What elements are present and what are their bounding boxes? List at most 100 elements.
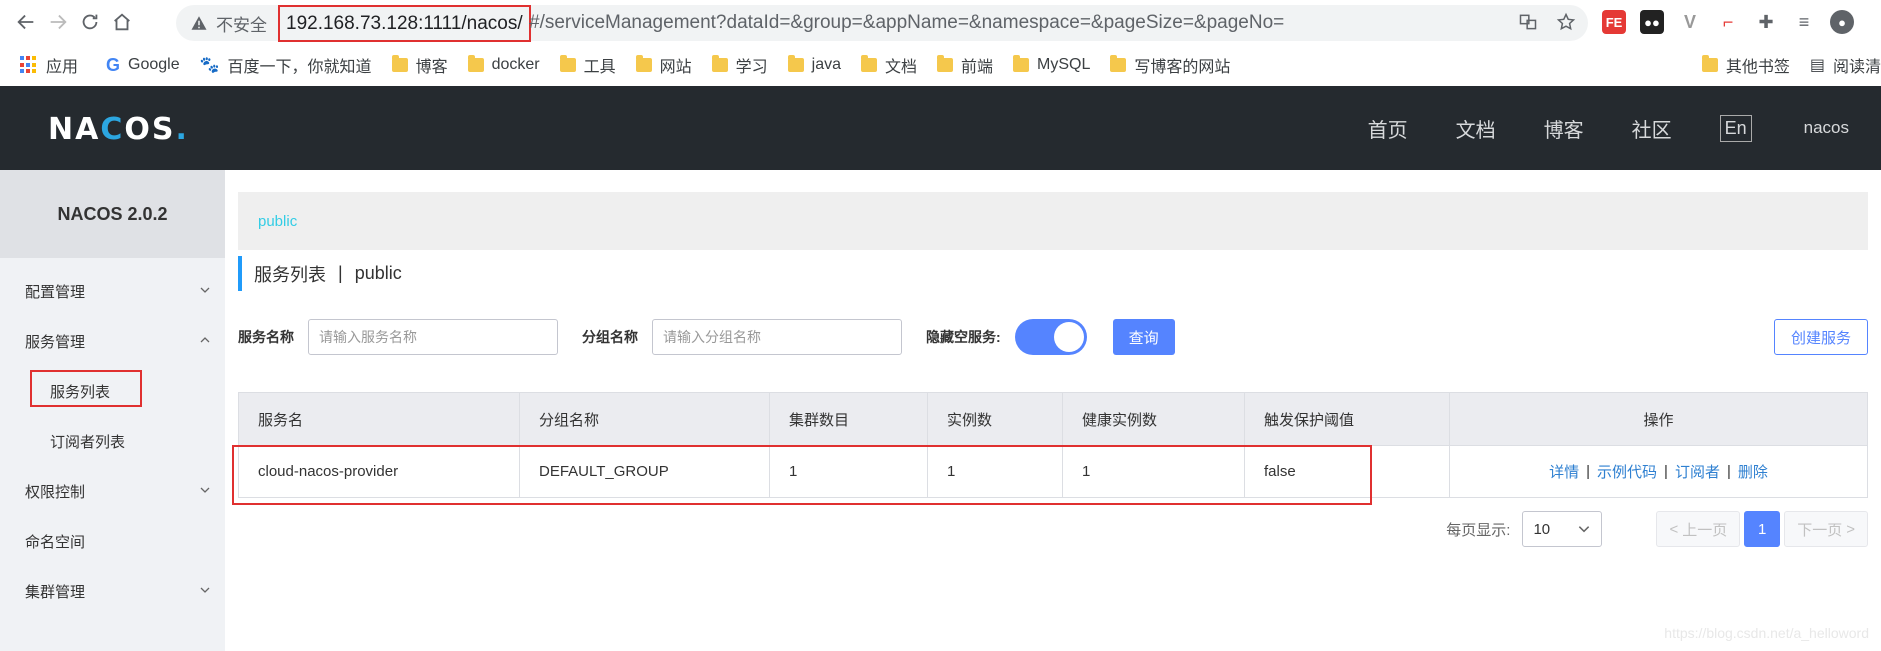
detail-link[interactable]: 详情 (1549, 461, 1579, 482)
bookmark-folder[interactable]: 前端 (937, 53, 993, 77)
folder-icon (861, 55, 878, 72)
folder-icon (787, 55, 804, 72)
vue-extension-icon[interactable]: V (1678, 10, 1702, 34)
cell-operations: 详情 | 示例代码 | 订阅者 | 删除 (1450, 446, 1867, 497)
delete-link[interactable]: 删除 (1738, 461, 1768, 482)
sidebar-item-subscriber-list[interactable]: 订阅者列表 (0, 416, 225, 466)
bookmark-apps[interactable]: 应用 (20, 53, 78, 77)
apps-grid-icon (20, 56, 38, 74)
chevron-down-icon (200, 587, 210, 593)
profile-avatar-icon[interactable]: ● (1830, 10, 1854, 34)
bookmark-label: Google (128, 56, 180, 73)
nav-blog[interactable]: 博客 (1544, 114, 1584, 143)
hide-empty-toggle[interactable] (1014, 319, 1087, 355)
bookmark-folder[interactable]: 学习 (711, 53, 768, 77)
column-header: 集群数目 (770, 393, 928, 445)
chevron-down-icon (1579, 526, 1590, 533)
sidebar-item-service-list[interactable]: 服务列表 (0, 366, 225, 416)
top-nav: 首页 文档 博客 社区 En nacos (1368, 86, 1881, 170)
page-title-namespace: public (354, 263, 402, 283)
url-path: #/serviceManagement?dataId=&group=&appNa… (529, 12, 1285, 33)
bookmark-folder[interactable]: 博客 (391, 53, 448, 77)
sidebar-item-config[interactable]: 配置管理 (0, 266, 225, 316)
column-header: 触发保护阈值 (1245, 393, 1450, 445)
bookmark-google[interactable]: G Google (106, 55, 180, 76)
per-page-label: 每页显示: (1446, 521, 1511, 539)
chevron-up-icon (200, 337, 210, 343)
bookmark-folder[interactable]: 文档 (861, 53, 917, 77)
create-service-button[interactable]: 创建服务 (1774, 319, 1868, 355)
puzzle-icon[interactable]: ✚ (1754, 10, 1778, 34)
baidu-icon: 🐾 (199, 57, 220, 74)
ops-separator: | (1664, 463, 1668, 480)
bookmark-folder[interactable]: docker (467, 55, 540, 74)
bookmark-baidu[interactable]: 🐾 百度一下，你就知道 (200, 53, 372, 77)
sidebar-item-label: 命名空间 (25, 533, 86, 551)
sidebar-item-label: 集群管理 (25, 583, 86, 601)
query-button[interactable]: 查询 (1112, 319, 1175, 355)
sidebar-item-cluster[interactable]: 集群管理 (0, 566, 225, 616)
nacos-logo[interactable]: NACOS. (48, 112, 189, 147)
address-bar[interactable]: 不安全 192.168.73.128:1111/nacos/ #/service… (176, 5, 1588, 42)
service-name-input[interactable] (308, 319, 558, 355)
bookmark-reading-list[interactable]: ▤ 阅读清 (1810, 53, 1881, 77)
user-menu[interactable]: nacos (1804, 118, 1849, 138)
glasses-extension-icon[interactable]: ●● (1640, 10, 1664, 34)
sidebar-item-label: 服务管理 (25, 333, 86, 351)
language-toggle[interactable]: En (1719, 114, 1752, 142)
prev-page-button[interactable]: < 上一页 (1656, 511, 1741, 547)
column-header: 实例数 (928, 393, 1063, 445)
sidebar-item-namespace[interactable]: 命名空间 (0, 516, 225, 566)
current-page-button[interactable]: 1 (1744, 511, 1781, 547)
fe-extension-icon[interactable]: FE (1602, 10, 1626, 34)
sidebar-item-service[interactable]: 服务管理 (0, 316, 225, 366)
page-size-select[interactable]: 10 (1522, 511, 1603, 547)
bookmark-folder[interactable]: MySQL (1013, 55, 1090, 74)
bookmark-label: 工具 (583, 59, 616, 76)
bookmark-folder[interactable]: 网站 (635, 53, 692, 77)
sidebar-item-auth[interactable]: 权限控制 (0, 466, 225, 516)
watermark: https://blog.csdn.net/a_helloword (1664, 625, 1869, 641)
sample-code-link[interactable]: 示例代码 (1597, 461, 1657, 482)
reading-list-icon[interactable]: ≡ (1792, 10, 1816, 34)
bookmark-label: 写博客的网站 (1134, 59, 1231, 76)
home-icon[interactable] (106, 6, 138, 38)
nav-docs[interactable]: 文档 (1456, 114, 1496, 143)
bookmark-label: docker (491, 56, 540, 73)
folder-icon (559, 55, 576, 72)
group-name-label: 分组名称 (582, 329, 638, 345)
reload-icon[interactable] (74, 6, 106, 38)
bookmark-other[interactable]: 其他书签 (1701, 53, 1790, 77)
sidebar-item-label: 配置管理 (25, 283, 86, 301)
forward-icon[interactable] (42, 6, 74, 38)
next-page-button[interactable]: 下一页 > (1784, 511, 1868, 547)
translate-icon[interactable] (1518, 12, 1538, 32)
folder-icon (467, 55, 484, 72)
pagination: 每页显示: 10 < 上一页 1 下一页 > (1446, 511, 1868, 547)
bookmark-label: 学习 (735, 59, 768, 76)
star-icon[interactable] (1556, 12, 1576, 32)
page-title-separator: | (338, 263, 343, 283)
warning-icon (191, 16, 207, 30)
bookmark-folder[interactable]: 写博客的网站 (1110, 53, 1230, 77)
bookmark-folder[interactable]: java (787, 55, 841, 74)
column-header: 操作 (1643, 411, 1674, 429)
namespace-bar: public (238, 192, 1868, 250)
namespace-tab-public[interactable]: public (258, 213, 297, 230)
nav-home[interactable]: 首页 (1368, 114, 1408, 143)
back-icon[interactable] (10, 6, 42, 38)
reading-list-icon: ▤ (1809, 57, 1825, 74)
column-header: 分组名称 (520, 393, 770, 445)
folder-icon (1110, 55, 1127, 72)
group-name-input[interactable] (652, 319, 902, 355)
chevron-down-icon (200, 287, 210, 293)
sidebar-item-label: 权限控制 (25, 483, 86, 501)
crop-extension-icon[interactable]: ⌐ (1716, 10, 1740, 34)
table-header: 服务名 分组名称 集群数目 实例数 健康实例数 触发保护阈值 操作 (239, 393, 1867, 445)
bookmark-folder[interactable]: 工具 (559, 53, 616, 77)
column-header: 健康实例数 (1063, 393, 1245, 445)
folder-icon (1701, 55, 1718, 72)
subscribers-link[interactable]: 订阅者 (1675, 461, 1720, 482)
page-size-value: 10 (1533, 520, 1551, 538)
nav-community[interactable]: 社区 (1632, 114, 1672, 143)
